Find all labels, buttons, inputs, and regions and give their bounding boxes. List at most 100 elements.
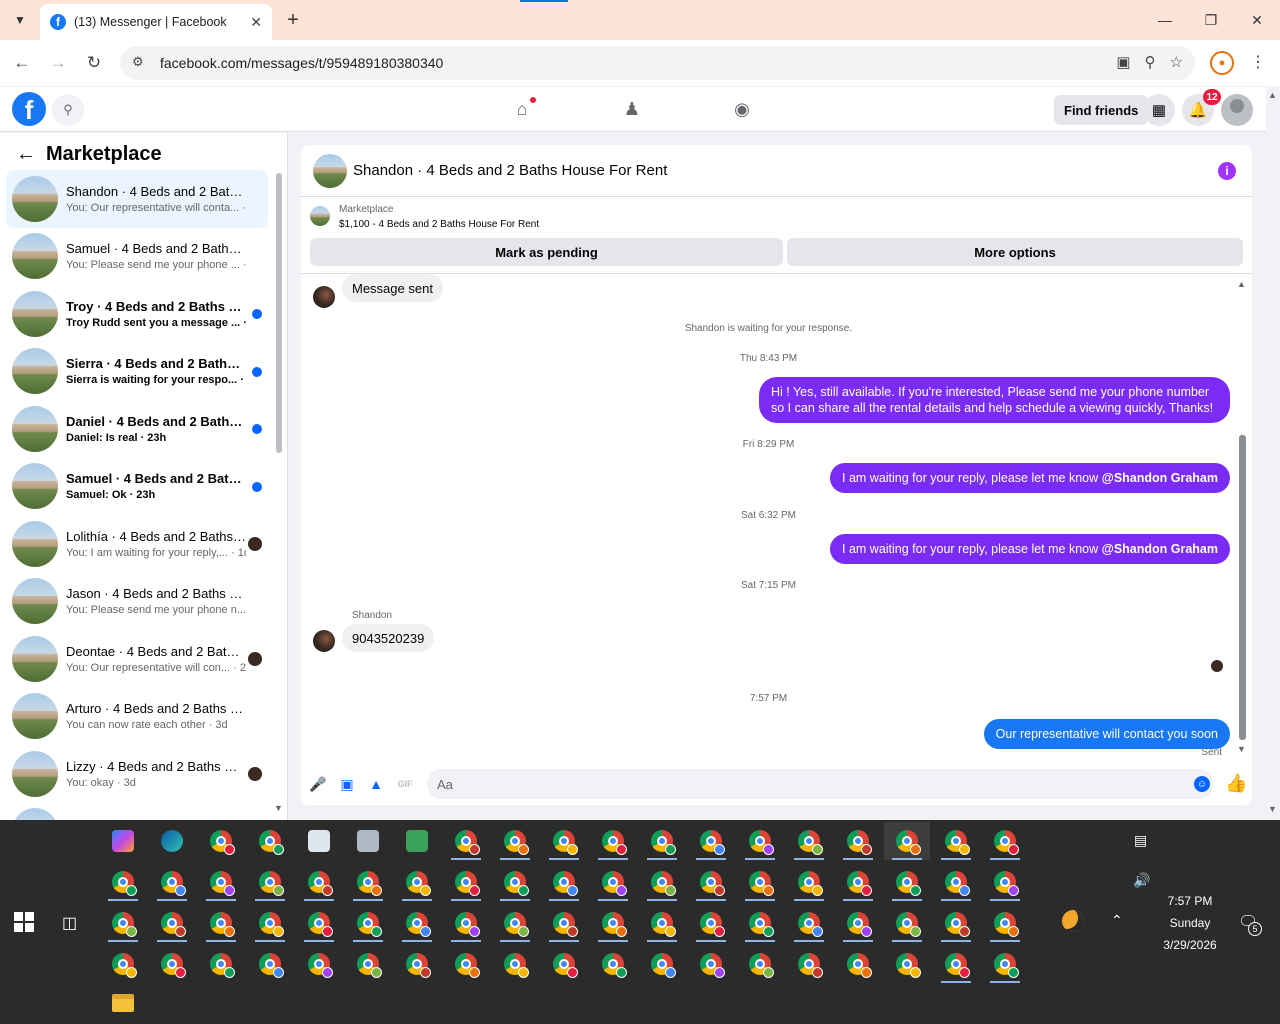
chrome-profile-app-icon[interactable] <box>247 822 293 860</box>
chrome-profile-app-icon[interactable] <box>247 945 293 983</box>
chrome-profile-app-icon[interactable] <box>198 945 244 983</box>
chrome-profile-app-icon[interactable] <box>933 863 979 901</box>
chrome-profile-app-icon[interactable] <box>786 822 832 860</box>
conversation-item[interactable]: Arturo · 4 Beds and 2 Baths House For Re… <box>6 688 268 746</box>
gif-icon[interactable]: GIF <box>395 774 415 794</box>
network-icon[interactable]: ▤ <box>1134 832 1147 849</box>
outgoing-message[interactable]: Our representative will contact you soon <box>983 719 1230 749</box>
photos-app-icon[interactable] <box>345 822 391 860</box>
chrome-profile-app-icon[interactable] <box>786 945 832 983</box>
more-options-button[interactable]: More options <box>787 238 1243 266</box>
emoji-icon[interactable]: ☺ <box>1194 776 1210 792</box>
chrome-profile-app-icon[interactable] <box>394 904 440 942</box>
microphone-icon[interactable]: 🎤 <box>308 774 328 794</box>
sidebar-scrollbar[interactable] <box>276 173 282 453</box>
outgoing-message[interactable]: Hi ! Yes, still available. If you're int… <box>759 377 1230 423</box>
account-avatar[interactable] <box>1221 94 1253 126</box>
browser-tab-messenger[interactable]: f (13) Messenger | Facebook ✕ <box>40 4 272 40</box>
system-clock[interactable]: 7:57 PM Sunday 3/29/2026 <box>1150 890 1230 956</box>
chrome-profile-app-icon[interactable] <box>786 863 832 901</box>
listing-avatar[interactable] <box>313 153 347 188</box>
message-input[interactable] <box>427 769 1213 799</box>
chrome-profile-app-icon[interactable] <box>345 945 391 983</box>
page-scroll-up-icon[interactable]: ▲ <box>1268 90 1277 100</box>
chrome-profile-app-icon[interactable] <box>590 945 636 983</box>
chrome-profile-app-icon[interactable] <box>737 945 783 983</box>
chrome-profile-app-icon[interactable] <box>737 863 783 901</box>
chrome-profile-app-icon[interactable] <box>639 822 685 860</box>
chrome-profile-app-icon[interactable] <box>394 863 440 901</box>
chrome-profile-app-icon[interactable] <box>443 904 489 942</box>
mention[interactable]: @Shandon Graham <box>1102 471 1218 485</box>
page-scroll-down-icon[interactable]: ▼ <box>1268 804 1277 814</box>
chrome-profile-app-icon[interactable] <box>492 904 538 942</box>
chat-scrollbar[interactable] <box>1239 435 1246 740</box>
chrome-menu-icon[interactable]: ⋮ <box>1250 52 1266 72</box>
chrome-profile-app-icon[interactable] <box>198 863 244 901</box>
conversation-item[interactable]: Jason · 4 Beds and 2 Baths House For Ren… <box>6 573 268 631</box>
chrome-profile-app-icon[interactable] <box>443 822 489 860</box>
facebook-logo-icon[interactable]: f <box>12 92 46 126</box>
chrome-profile-app-icon[interactable] <box>786 904 832 942</box>
chrome-profile-app-icon[interactable] <box>296 945 342 983</box>
chrome-profile-app-icon[interactable] <box>835 904 881 942</box>
chrome-profile-app-icon[interactable] <box>933 904 979 942</box>
chrome-profile-app-icon[interactable] <box>345 863 391 901</box>
zoom-icon[interactable]: ⚲ <box>1145 53 1156 71</box>
chrome-profile-app-icon[interactable] <box>100 904 146 942</box>
conversation-item[interactable]: Deontae · 4 Beds and 2 Baths House For R… <box>6 630 268 688</box>
conversation-item[interactable]: Shandon · 4 Beds and 2 Baths House For R… <box>6 170 268 228</box>
chrome-profile-app-icon[interactable] <box>590 863 636 901</box>
chrome-profile-app-icon[interactable] <box>688 822 734 860</box>
chrome-profile-app-icon[interactable] <box>296 904 342 942</box>
chrome-profile-app-icon[interactable] <box>835 945 881 983</box>
chrome-profile-app-icon[interactable] <box>835 822 881 860</box>
chrome-profile-app-icon[interactable] <box>933 945 979 983</box>
chrome-profile-app-icon[interactable] <box>884 863 930 901</box>
close-window-icon[interactable]: ✕ <box>1234 6 1280 34</box>
chrome-profile-app-icon[interactable] <box>982 863 1028 901</box>
chrome-profile-app-icon[interactable] <box>982 945 1028 983</box>
tray-chevron-up-icon[interactable]: ⌃ <box>1111 912 1123 929</box>
chat-title[interactable]: Shandon · 4 Beds and 2 Baths House For R… <box>353 162 667 179</box>
chrome-profile-app-icon[interactable] <box>100 863 146 901</box>
conversation-item[interactable]: Samuel · 4 Beds and 2 Baths House For Re… <box>6 458 268 516</box>
reload-icon[interactable]: ↻ <box>81 50 107 76</box>
outgoing-message[interactable]: I am waiting for your reply, please let … <box>830 534 1230 564</box>
search-icon[interactable]: ⚲ <box>52 94 84 126</box>
find-friends-button[interactable]: Find friends <box>1054 95 1149 125</box>
volume-icon[interactable]: 🔊 <box>1133 872 1150 889</box>
chrome-profile-app-icon[interactable] <box>884 904 930 942</box>
conversation-item[interactable]: Troy · 4 Beds and 2 Baths House For Rent… <box>6 285 268 343</box>
forward-arrow-icon[interactable]: → <box>45 50 71 76</box>
chat-scroll-up-icon[interactable]: ▲ <box>1237 279 1246 289</box>
chrome-profile-app-icon[interactable] <box>345 904 391 942</box>
chrome-profile-app-icon[interactable] <box>394 945 440 983</box>
chrome-profile-app-icon[interactable] <box>492 945 538 983</box>
chrome-profile-app-icon[interactable] <box>688 863 734 901</box>
chrome-profile-app-icon[interactable] <box>541 822 587 860</box>
chrome-profile-app-icon[interactable] <box>884 822 930 860</box>
chrome-profile-app-icon[interactable] <box>982 822 1028 860</box>
chrome-profile-app-icon[interactable] <box>198 904 244 942</box>
outlook-app-icon[interactable] <box>296 822 342 860</box>
chrome-profile-app-icon[interactable] <box>198 822 244 860</box>
conversation-item[interactable]: Sierra · 4 Beds and 2 Baths House For Re… <box>6 343 268 401</box>
chrome-profile-app-icon[interactable] <box>590 822 636 860</box>
chrome-profile-app-icon[interactable] <box>100 945 146 983</box>
sender-avatar[interactable] <box>313 630 335 652</box>
chrome-profile-app-icon[interactable] <box>884 945 930 983</box>
conversation-item[interactable]: Samuel · 4 Beds and 2 Baths House For Re… <box>6 228 268 286</box>
chrome-profile-app-icon[interactable] <box>247 904 293 942</box>
new-tab-plus-icon[interactable]: + <box>282 8 304 32</box>
groups-icon[interactable]: ◉ <box>730 97 754 121</box>
chrome-profile-app-icon[interactable] <box>737 904 783 942</box>
chrome-profile-app-icon[interactable] <box>982 904 1028 942</box>
chrome-profile-app-icon[interactable] <box>492 822 538 860</box>
file-explorer-icon[interactable] <box>112 994 134 1012</box>
conversation-item[interactable]: Vata · 4 Beds and 2 Baths House For Rent <box>6 803 268 820</box>
conversation-item[interactable]: Lolithía · 4 Beds and 2 Baths House For … <box>6 515 268 573</box>
outgoing-message[interactable]: I am waiting for your reply, please let … <box>830 463 1230 493</box>
chrome-profile-app-icon[interactable] <box>149 904 195 942</box>
chrome-profile-app-icon[interactable] <box>541 863 587 901</box>
